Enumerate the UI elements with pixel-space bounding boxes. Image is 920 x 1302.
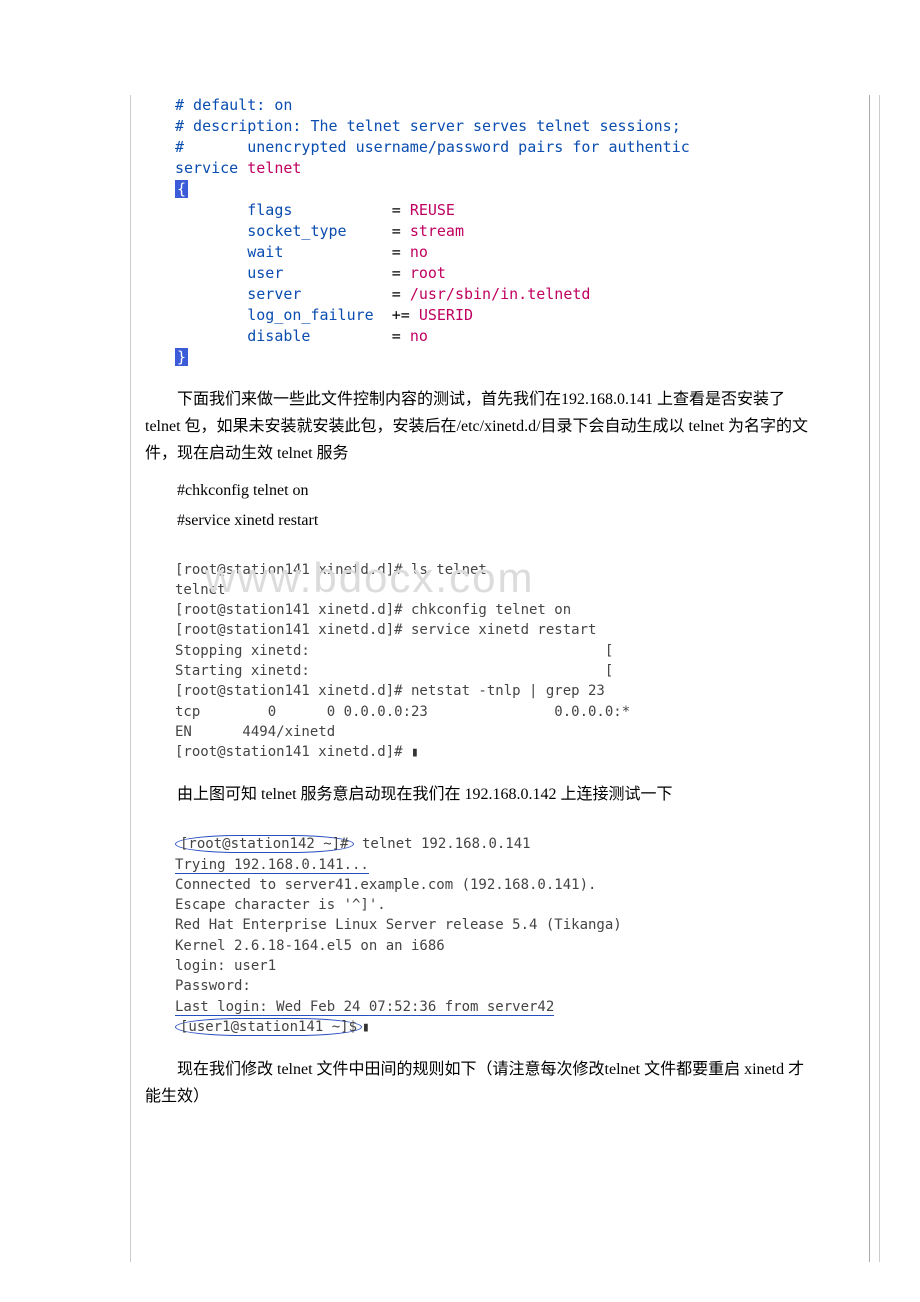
config-key: log_on_failure [247, 306, 373, 324]
telnet-config-file: # default: on # description: The telnet … [175, 95, 820, 368]
config-key: user [247, 264, 283, 282]
config-value: telnet [247, 159, 301, 177]
command-service-restart: #service xinetd restart [145, 512, 820, 530]
config-val: no [410, 327, 428, 345]
config-key: wait [247, 243, 283, 261]
brace-close: } [175, 348, 188, 366]
prompt-circled: [user1@station141 ~]$ [175, 1018, 362, 1036]
config-keyword: service [175, 159, 238, 177]
config-comment: # description: The telnet server serves … [175, 117, 681, 135]
config-key: disable [247, 327, 310, 345]
terminal-output-141: [root@station141 xinetd.d]# ls telnet te… [175, 560, 820, 764]
config-val: /usr/sbin/in.telnetd [410, 285, 591, 303]
config-val: REUSE [410, 201, 455, 219]
config-val: no [410, 243, 428, 261]
brace-open: { [175, 180, 188, 198]
command-chkconfig: #chkconfig telnet on [145, 482, 820, 500]
prompt-circled: [root@station142 ~]# [175, 835, 354, 853]
config-val: USERID [419, 306, 473, 324]
config-comment: # unencrypted username/password pairs fo… [175, 138, 690, 156]
config-val: root [410, 264, 446, 282]
terminal-output-142: [root@station142 ~]# telnet 192.168.0.14… [175, 834, 820, 1038]
config-key: flags [247, 201, 292, 219]
config-comment: # default: on [175, 96, 292, 114]
config-key: server [247, 285, 301, 303]
paragraph-intro: 下面我们来做一些此文件控制内容的测试，首先我们在192.168.0.141 上查… [145, 386, 820, 468]
paragraph-telnet-started: 由上图可知 telnet 服务意启动现在我们在 192.168.0.142 上连… [145, 781, 820, 808]
config-key: socket_type [247, 222, 346, 240]
paragraph-modify-rules: 现在我们修改 telnet 文件中田间的规则如下（请注意每次修改telnet 文… [145, 1056, 820, 1110]
config-val: stream [410, 222, 464, 240]
